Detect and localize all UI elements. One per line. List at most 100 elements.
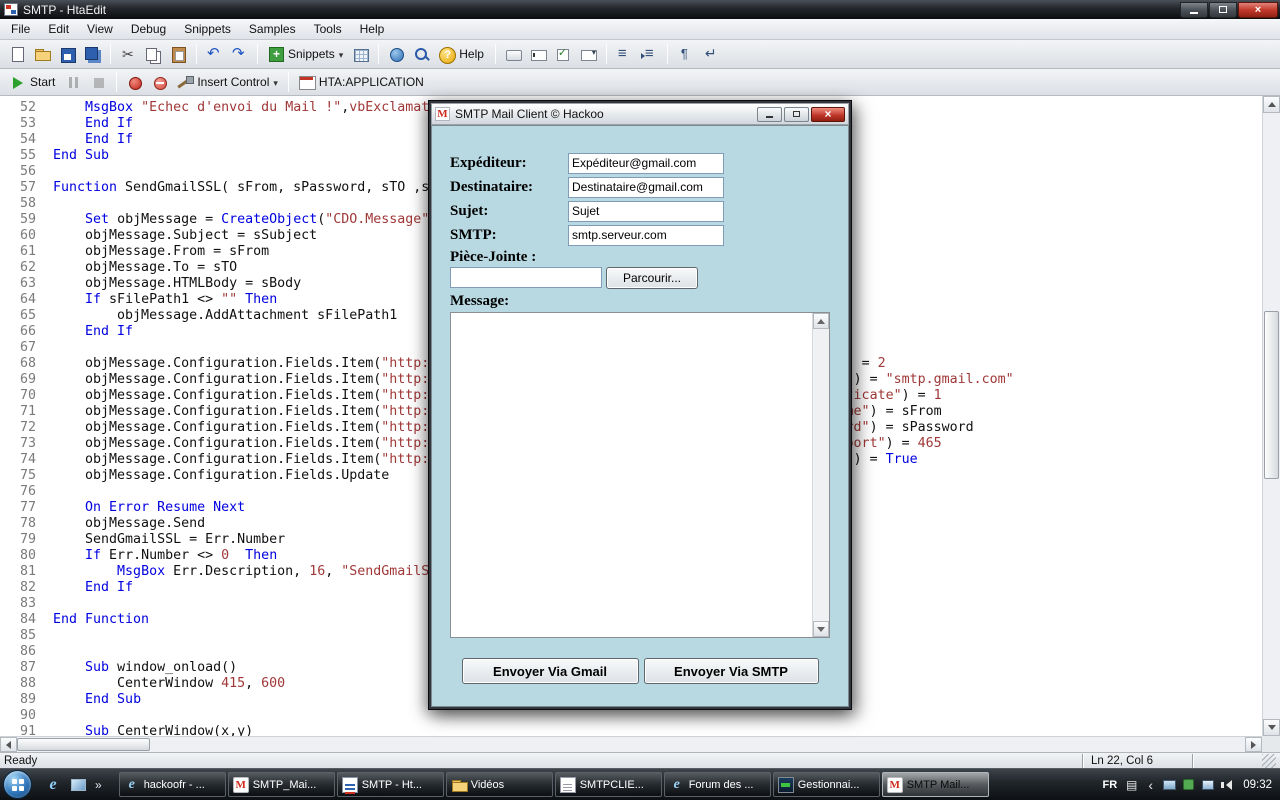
open-file-button[interactable]: [31, 44, 54, 65]
menu-debug[interactable]: Debug: [122, 19, 175, 39]
insert-textbox-control[interactable]: [527, 44, 550, 65]
destinataire-input[interactable]: [568, 177, 724, 198]
taskbar-task[interactable]: Vidéos: [446, 772, 553, 797]
insert-control-dropdown-label: Insert Control: [197, 75, 269, 89]
attachment-input[interactable]: [450, 267, 602, 288]
sujet-input[interactable]: [568, 201, 724, 222]
start-button[interactable]: [3, 770, 32, 799]
snippets-dropdown[interactable]: Snippets▾: [264, 44, 347, 65]
editor-vscrollbar[interactable]: [1262, 96, 1280, 736]
insert-button-control[interactable]: [502, 44, 525, 65]
network-icon[interactable]: [1200, 777, 1215, 792]
start-run-button[interactable]: Start: [6, 72, 60, 93]
scroll-up-arrow[interactable]: [1263, 96, 1280, 113]
taskbar-task[interactable]: hackoofr - ...: [119, 772, 226, 797]
word-wrap-button[interactable]: [699, 44, 722, 65]
scrollbar-corner: [1262, 736, 1280, 752]
copy-button[interactable]: [142, 44, 165, 65]
menu-view[interactable]: View: [78, 19, 122, 39]
smtp-server-input[interactable]: [568, 225, 724, 246]
menu-file[interactable]: File: [2, 19, 39, 39]
menu-snippets[interactable]: Snippets: [175, 19, 240, 39]
send-smtp-button[interactable]: Envoyer Via SMTP: [644, 658, 819, 684]
insert-control-dropdown[interactable]: Insert Control▾: [173, 72, 282, 93]
wrench-icon: [175, 73, 194, 92]
pause-icon: [64, 73, 83, 92]
code-text: [36, 196, 53, 212]
taskbar-task[interactable]: SMTP - Ht...: [337, 772, 444, 797]
paste-button[interactable]: [167, 44, 190, 65]
new-file-button[interactable]: [6, 44, 29, 65]
undo-button[interactable]: [203, 44, 226, 65]
toolbar-separator: [606, 44, 607, 64]
redo-button[interactable]: [228, 44, 251, 65]
minimize-button[interactable]: [1180, 2, 1208, 18]
taskbar-task[interactable]: SMTP Mail...: [882, 772, 989, 797]
dialog-titlebar[interactable]: SMTP Mail Client © Hackoo ×: [431, 103, 849, 125]
menu-tools[interactable]: Tools: [305, 19, 351, 39]
editor-hscrollbar[interactable]: [0, 736, 1262, 752]
close-button[interactable]: ×: [1238, 2, 1278, 18]
scroll-right-arrow[interactable]: [1245, 737, 1262, 752]
taskbar-task[interactable]: SMTPCLIE...: [555, 772, 662, 797]
taskbar-task[interactable]: Forum des ...: [664, 772, 771, 797]
hidden-icons-chevron[interactable]: [1143, 777, 1158, 792]
restore-button[interactable]: [1209, 2, 1237, 18]
start-icon: [8, 73, 27, 92]
send-gmail-button[interactable]: Envoyer Via Gmail: [462, 658, 639, 684]
save-all-button[interactable]: [81, 44, 104, 65]
mail-icon: [233, 777, 249, 793]
indent-button[interactable]: [638, 44, 661, 65]
menu-edit[interactable]: Edit: [39, 19, 78, 39]
search-button[interactable]: [410, 44, 433, 65]
scroll-left-arrow[interactable]: [0, 737, 17, 752]
taskbar-task[interactable]: Gestionnai...: [773, 772, 880, 797]
help-button[interactable]: Help: [435, 44, 489, 65]
volume-icon[interactable]: [1219, 777, 1234, 792]
hta-application-selector[interactable]: HTA:APPLICATION: [295, 72, 429, 93]
line-number: 60: [0, 228, 36, 244]
cut-button[interactable]: [117, 44, 140, 65]
stop-button[interactable]: [87, 72, 110, 93]
show-desktop-icon[interactable]: [67, 774, 89, 796]
line-number: 81: [0, 564, 36, 580]
language-indicator[interactable]: FR: [1101, 779, 1120, 791]
vscroll-thumb[interactable]: [1264, 311, 1279, 479]
expediteur-input[interactable]: [568, 153, 724, 174]
dialog-maximize-button[interactable]: [784, 107, 809, 122]
format-list-button[interactable]: [613, 44, 636, 65]
show-symbols-button[interactable]: [674, 44, 697, 65]
list-icon: [615, 45, 634, 64]
browse-button[interactable]: Parcourir...: [606, 267, 698, 289]
htaedit-icon: [342, 777, 358, 793]
insert-table-button[interactable]: [349, 44, 372, 65]
quick-launch-browser-icon[interactable]: [42, 774, 64, 796]
quick-launch-expand-chevron[interactable]: »: [92, 778, 105, 792]
preview-in-browser-button[interactable]: [385, 44, 408, 65]
taskbar-clock[interactable]: 09:32: [1239, 779, 1272, 791]
menu-help[interactable]: Help: [351, 19, 394, 39]
task-label: hackoofr - ...: [144, 779, 205, 791]
dialog-minimize-button[interactable]: [757, 107, 782, 122]
dialog-close-button[interactable]: ×: [811, 107, 845, 122]
code-text: [36, 708, 53, 724]
updates-icon[interactable]: [1181, 777, 1196, 792]
textarea-scroll-up-arrow[interactable]: [813, 313, 829, 329]
resize-grip[interactable]: [1262, 754, 1276, 768]
keyboard-icon[interactable]: [1124, 777, 1139, 792]
scroll-down-arrow[interactable]: [1263, 719, 1280, 736]
textarea-scrollbar[interactable]: [812, 313, 829, 637]
display-icon[interactable]: [1162, 777, 1177, 792]
new-icon: [8, 45, 27, 64]
clear-breakpoints-button[interactable]: [148, 72, 171, 93]
taskbar-task[interactable]: SMTP_Mai...: [228, 772, 335, 797]
toggle-breakpoint-button[interactable]: [123, 72, 146, 93]
insert-checkbox-control[interactable]: [552, 44, 575, 65]
insert-dropdown-control[interactable]: [577, 44, 600, 65]
save-button[interactable]: [56, 44, 79, 65]
menu-samples[interactable]: Samples: [240, 19, 305, 39]
message-input[interactable]: [451, 313, 829, 637]
pause-button[interactable]: [62, 72, 85, 93]
hscroll-thumb[interactable]: [17, 738, 150, 751]
textarea-scroll-down-arrow[interactable]: [813, 621, 829, 637]
